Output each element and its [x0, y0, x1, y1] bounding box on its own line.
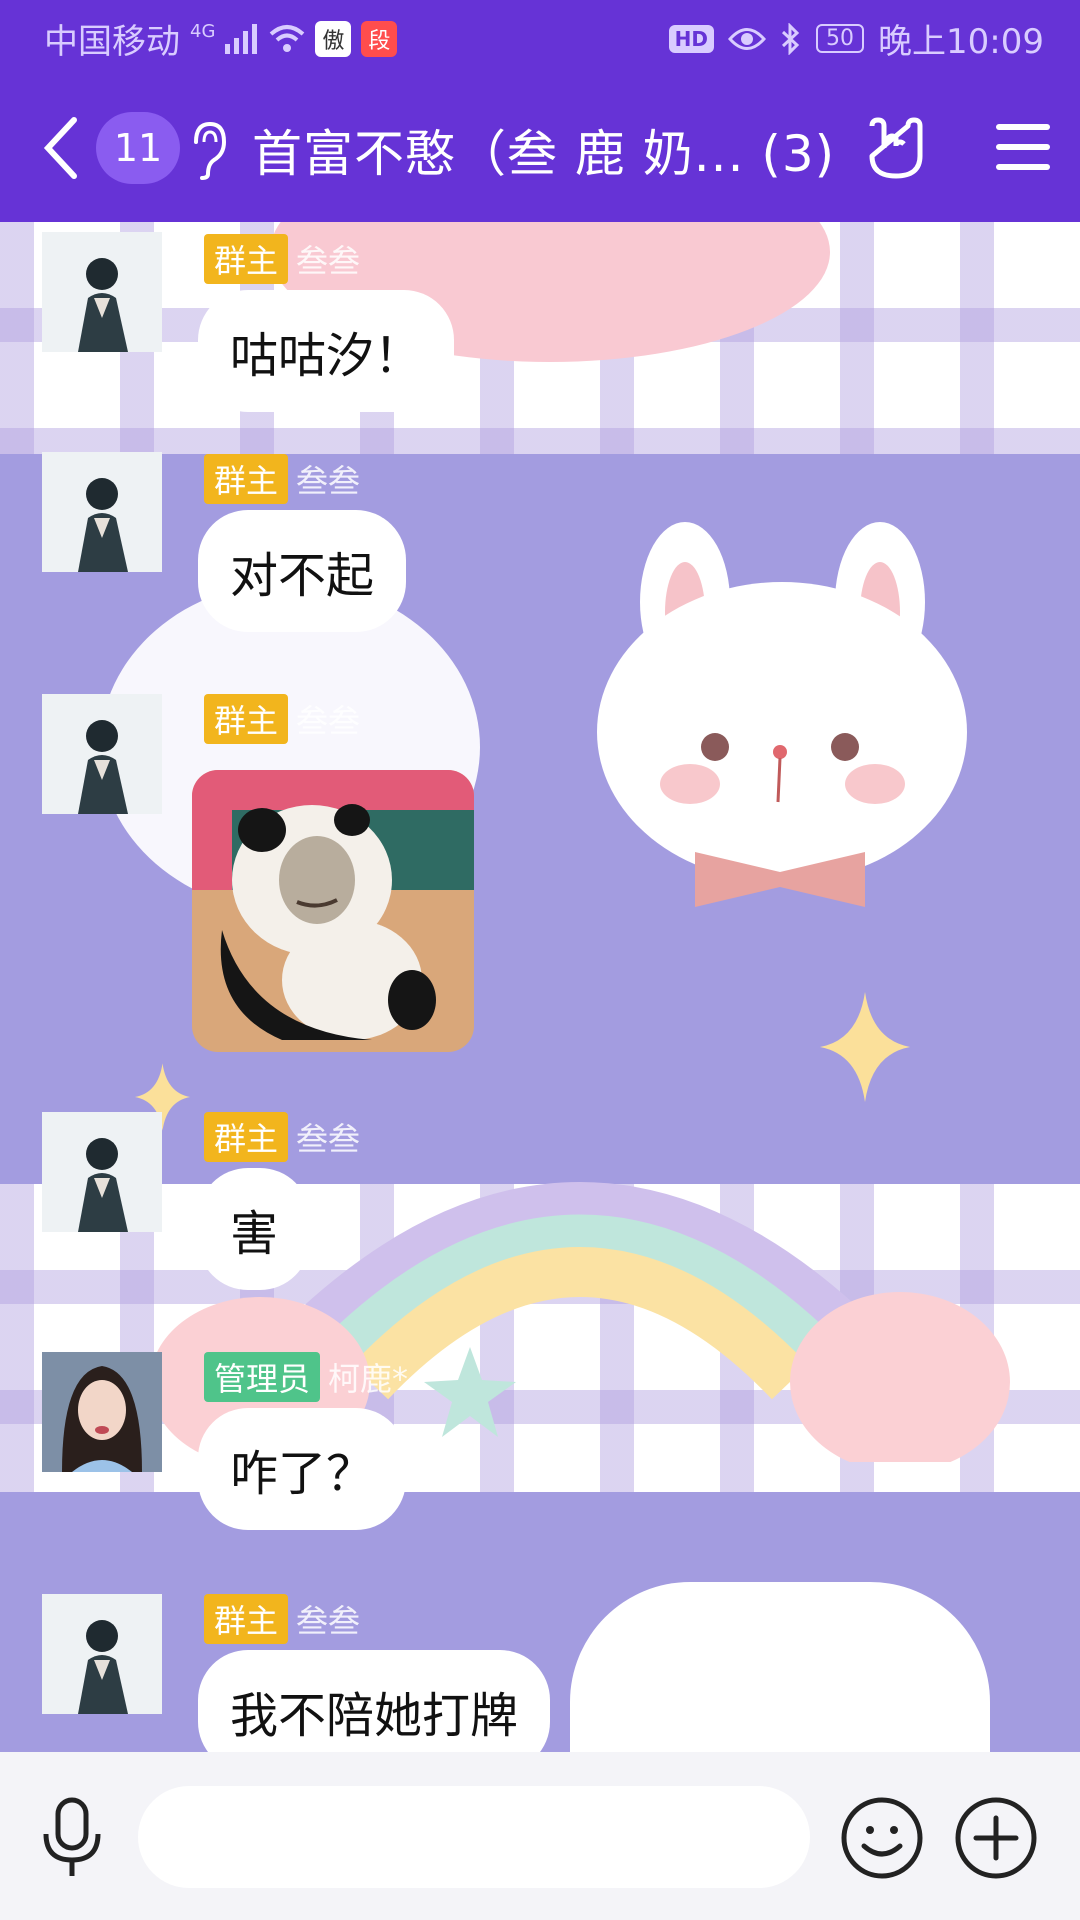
status-bar: 中国移动 4G 傲 段 HD 50 晚上10:09 — [0, 0, 1080, 74]
avatar[interactable] — [42, 232, 162, 352]
avatar-illustration-icon — [42, 1112, 162, 1232]
avatar[interactable] — [42, 694, 162, 814]
message-sender-line: 群主 叁叁 — [204, 1112, 360, 1162]
avatar-photo-icon — [42, 1352, 162, 1472]
avatar-illustration-icon — [42, 1594, 162, 1714]
message-text-input[interactable] — [138, 1786, 810, 1888]
message-bubble[interactable]: 害 — [198, 1168, 311, 1290]
message-bubble[interactable]: 咋了？ — [198, 1408, 407, 1530]
emoji-icon[interactable] — [840, 1796, 924, 1880]
sender-name: 叁叁 — [296, 1602, 361, 1640]
avatar[interactable] — [42, 1594, 162, 1714]
hand-gesture-icon[interactable] — [866, 116, 926, 180]
time-label: 晚上10:09 — [878, 22, 1044, 62]
avatar-illustration-icon — [42, 452, 162, 572]
message-bubble[interactable]: 咕咕汐！ — [198, 290, 455, 412]
message-item: 群主 叁叁 我不陪她打牌 — [0, 1574, 1080, 1752]
signal-icon — [225, 23, 258, 54]
avatar[interactable] — [42, 452, 162, 572]
microphone-icon[interactable] — [38, 1796, 106, 1880]
message-bubble[interactable]: 我不陪她打牌 — [198, 1650, 551, 1752]
eye-icon — [728, 27, 767, 50]
owner-role-badge: 群主 — [204, 1112, 289, 1162]
message-item: 管理员 柯鹿* 咋了？ — [0, 1332, 1080, 1562]
admin-role-badge: 管理员 — [204, 1352, 321, 1402]
wifi-icon — [270, 24, 305, 52]
unread-count-badge[interactable]: 11 — [96, 112, 180, 184]
sender-name: 叁叁 — [296, 242, 361, 280]
chat-message-area[interactable]: 群主 叁叁 咕咕汐！ 群主 叁叁 对不起 群主 叁叁 群主 叁叁 害 管理员 柯… — [0, 222, 1080, 1752]
message-sender-line: 管理员 柯鹿* — [204, 1352, 408, 1402]
sender-name: 叁叁 — [296, 1120, 361, 1158]
owner-role-badge: 群主 — [204, 1594, 289, 1644]
message-item: 群主 叁叁 咕咕汐！ — [0, 222, 1080, 422]
plus-icon[interactable] — [954, 1796, 1038, 1880]
message-bubble[interactable]: 对不起 — [198, 510, 407, 632]
avatar-illustration-icon — [42, 694, 162, 814]
avatar[interactable] — [42, 1112, 162, 1232]
status-bar-right: HD 50 晚上10:09 — [668, 14, 1044, 63]
chat-header: 11 首富不憨（叁 鹿 奶... (3) — [0, 74, 1080, 222]
message-sender-line: 群主 叁叁 — [204, 454, 360, 504]
message-item: 群主 叁叁 — [0, 682, 1080, 1082]
avatar[interactable] — [42, 1352, 162, 1472]
sender-name: 柯鹿* — [328, 1360, 409, 1398]
sender-name: 叁叁 — [296, 462, 361, 500]
status-bar-left: 中国移动 4G 傲 段 — [44, 14, 398, 63]
hd-badge: HD — [668, 24, 715, 53]
back-chevron-icon[interactable] — [40, 114, 84, 182]
message-item: 群主 叁叁 害 — [0, 1090, 1080, 1300]
message-input-bar — [0, 1752, 1080, 1920]
message-item: 群主 叁叁 对不起 — [0, 442, 1080, 672]
chat-title: 首富不憨（叁 鹿 奶... (3) — [252, 125, 836, 183]
app-icon-2: 段 — [361, 20, 398, 57]
panda-sticker-image — [192, 770, 474, 1052]
menu-icon[interactable] — [996, 122, 1050, 172]
battery-indicator: 50 — [816, 24, 865, 53]
owner-role-badge: 群主 — [204, 454, 289, 504]
owner-role-badge: 群主 — [204, 234, 289, 284]
message-sender-line: 群主 叁叁 — [204, 234, 360, 284]
message-sender-line: 群主 叁叁 — [204, 694, 360, 744]
avatar-illustration-icon — [42, 232, 162, 352]
panda-meme-sticker[interactable] — [192, 770, 474, 1052]
sender-name: 叁叁 — [296, 702, 361, 740]
carrier-label: 中国移动 — [44, 22, 180, 62]
message-sender-line: 群主 叁叁 — [204, 1594, 360, 1644]
app-icon-1: 傲 — [315, 20, 352, 57]
owner-role-badge: 群主 — [204, 694, 289, 744]
bluetooth-icon — [781, 22, 800, 55]
ear-icon[interactable] — [188, 120, 228, 180]
network-label: 4G — [190, 21, 216, 42]
